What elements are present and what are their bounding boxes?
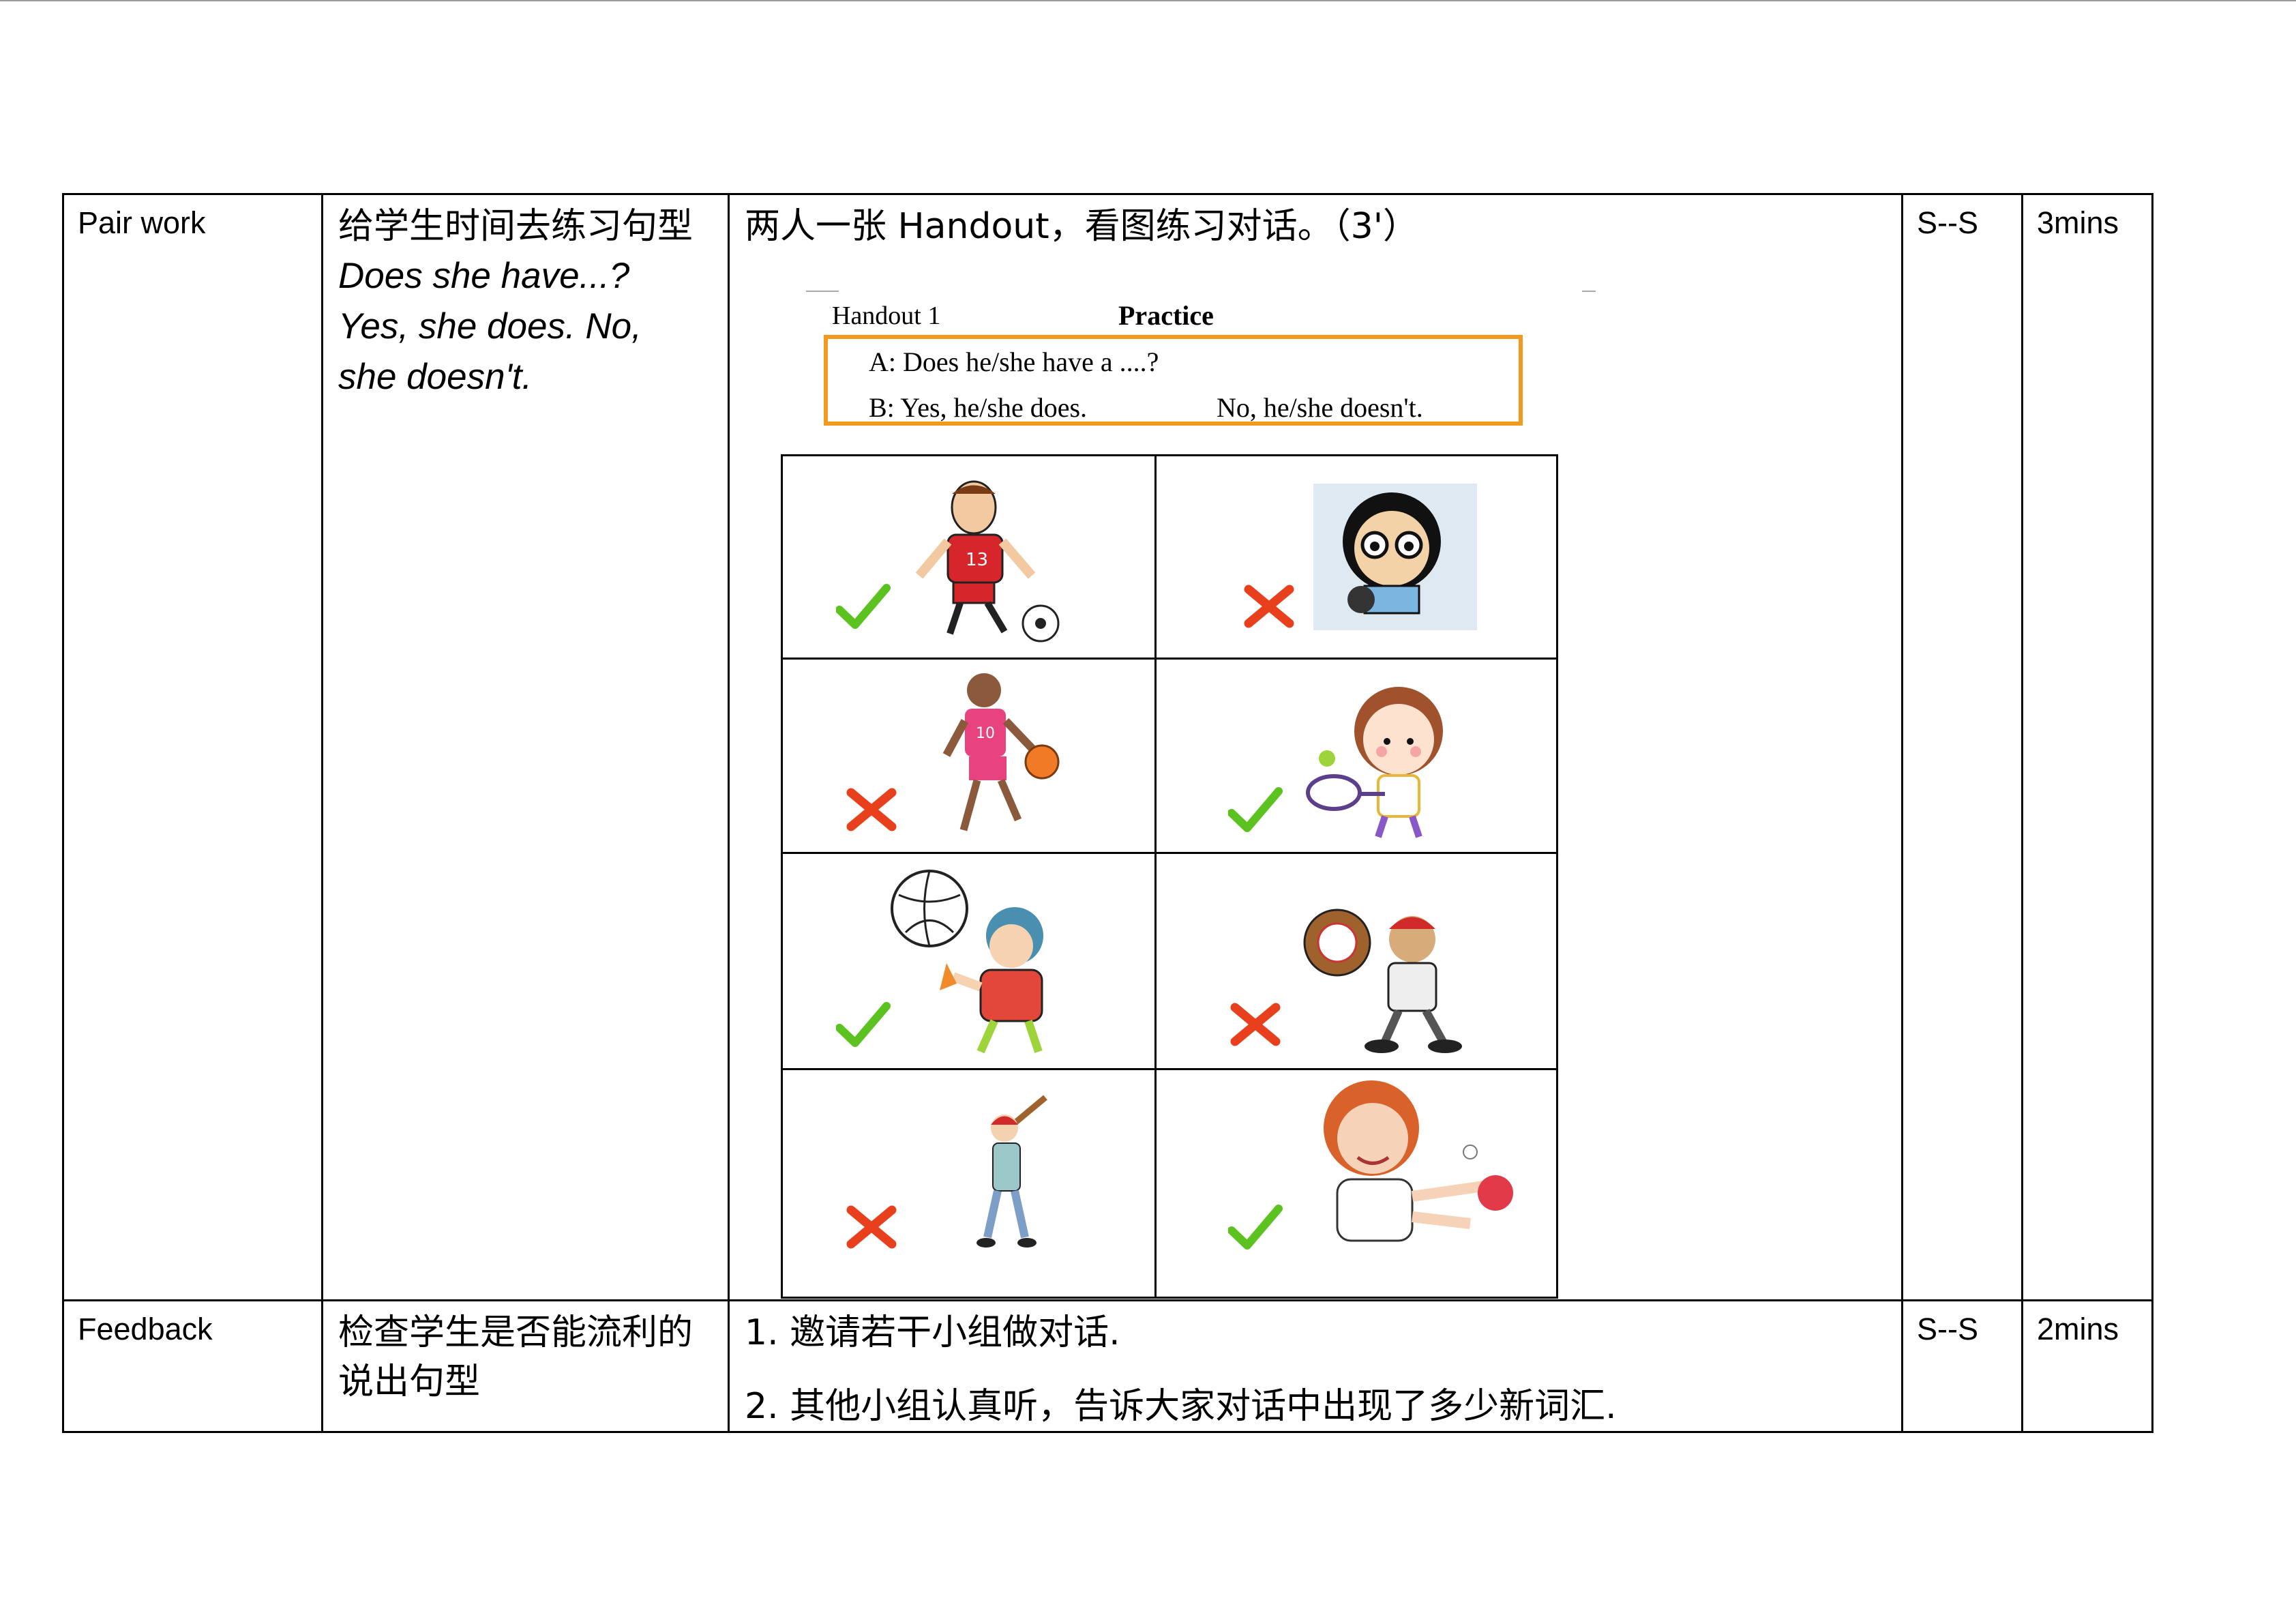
grid-cell <box>783 854 1154 1068</box>
purpose-line: she doesn't. <box>338 357 533 397</box>
procedure-cell: 两人一张 Handout，看图练习对话。（3'） Handout 1 Pract… <box>728 193 1903 1301</box>
purpose-zh: 给学生时间去练习句型 <box>338 206 694 247</box>
table-row: Feedback 检查学生是否能流利的说出句型 1. 邀请若干小组做对话. 2.… <box>62 1299 2153 1433</box>
interaction-label: S--S <box>1917 205 1978 240</box>
dialog-line-b-yes: B: Yes, he/she does. <box>869 392 1088 423</box>
check-icon <box>836 584 891 629</box>
activity-cell: Pair work <box>62 193 323 1301</box>
grid-cell <box>1157 854 1528 1068</box>
purpose-text: 给学生时间去练习句型 Does she have...? Yes, she do… <box>323 195 728 402</box>
interaction-label: S--S <box>1917 1312 1978 1346</box>
top-rule <box>0 0 2296 1</box>
svg-text:13: 13 <box>966 550 988 570</box>
interaction-cell: S--S <box>1901 193 2023 1301</box>
table-row: Pair work 给学生时间去练习句型 Does she have...? Y… <box>62 193 2153 1301</box>
baseball-batter-icon <box>976 1095 1047 1247</box>
purpose-cell: 给学生时间去练习句型 Does she have...? Yes, she do… <box>321 193 730 1301</box>
time-cell: 3mins <box>2021 193 2153 1301</box>
purpose-cell: 检查学生是否能流利的说出句型 <box>321 1299 730 1433</box>
check-icon <box>1228 1205 1283 1250</box>
grid-cell: 10 <box>783 660 1154 852</box>
time-cell: 2mins <box>2021 1299 2153 1433</box>
grid-cell <box>783 1070 1154 1299</box>
procedure-step: 1. 邀请若干小组做对话. <box>745 1312 1120 1353</box>
dialog-line-a: A: Does he/she have a ....? <box>869 346 1159 377</box>
basketball-player-icon: 10 <box>942 673 1060 831</box>
grid-cell: 13 <box>783 456 1154 658</box>
time-label: 3mins <box>2037 205 2119 240</box>
cross-icon <box>1244 585 1294 628</box>
dialog-box: A: Does he/she have a ....? B: Yes, he/s… <box>824 335 1523 426</box>
activity-label: Pair work <box>78 205 206 240</box>
cross-icon <box>846 788 897 831</box>
picture-grid: 13 10 <box>781 454 1558 1299</box>
lesson-plan-table: Pair work 给学生时间去练习句型 Does she have...? Y… <box>62 193 2153 1433</box>
procedure-step: 2. 其他小组认真听，告诉大家对话中出现了多少新词汇. <box>745 1386 1617 1427</box>
grid-cell <box>1157 660 1528 852</box>
grid-cell <box>1157 456 1528 658</box>
girl-with-ball-icon <box>1313 484 1477 630</box>
tennis-girl-icon <box>1306 687 1443 838</box>
activity-cell: Feedback <box>62 1299 323 1433</box>
purpose-line: Does she have...? <box>338 256 630 296</box>
dialog-line-b-no: No, he/she doesn't. <box>1217 392 1423 423</box>
soccer-player-icon: 13 <box>915 480 1060 643</box>
purpose-zh: 检查学生是否能流利的说出句型 <box>338 1312 694 1402</box>
purpose-line: Yes, she does. No, <box>338 306 642 346</box>
handout-title: Handout 1 <box>832 301 941 330</box>
handout-heading: Practice <box>1118 300 1214 331</box>
baseball-catcher-icon <box>1303 909 1462 1053</box>
handout: Handout 1 Practice A: Does he/she have a… <box>730 195 1901 1301</box>
divider <box>806 291 839 292</box>
svg-text:10: 10 <box>976 725 995 742</box>
check-icon <box>1228 787 1283 832</box>
check-icon <box>836 1002 891 1047</box>
time-label: 2mins <box>2037 1312 2119 1346</box>
cross-icon <box>846 1205 897 1249</box>
activity-label: Feedback <box>78 1312 213 1346</box>
table-tennis-player-icon <box>1324 1080 1513 1242</box>
cross-icon <box>1230 1003 1281 1046</box>
interaction-cell: S--S <box>1901 1299 2023 1433</box>
grid-cell <box>1157 1070 1528 1299</box>
volleyball-player-icon <box>891 870 1043 1054</box>
procedure-cell: 1. 邀请若干小组做对话. 2. 其他小组认真听，告诉大家对话中出现了多少新词汇… <box>728 1299 1903 1433</box>
divider <box>1582 291 1596 292</box>
